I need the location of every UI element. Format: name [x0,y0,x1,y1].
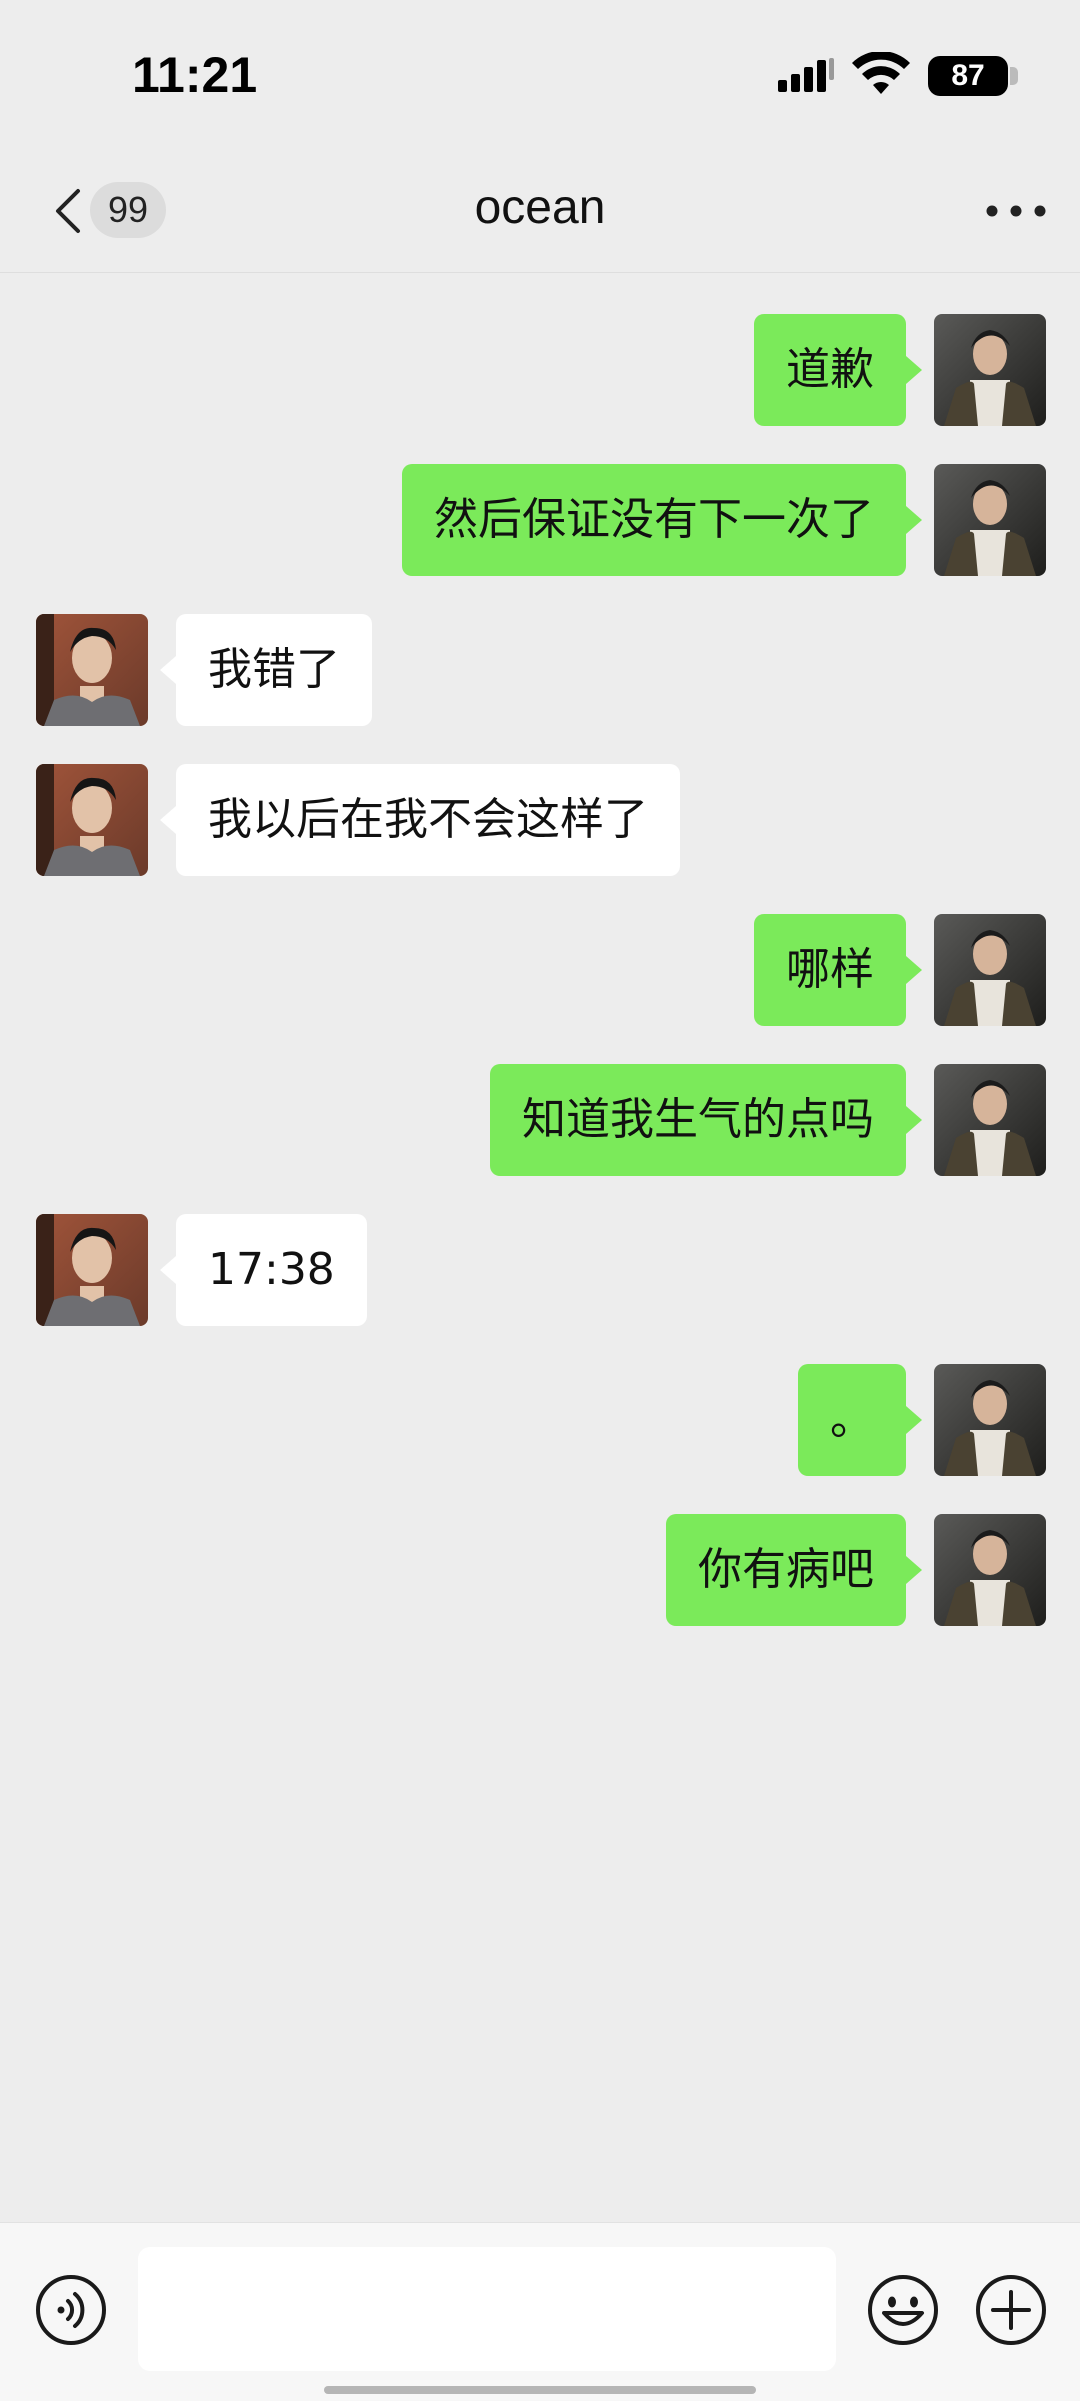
voice-icon[interactable] [34,2273,108,2347]
message-bubble-received[interactable]: 我错了 [160,614,372,726]
message-bubble-sent[interactable]: 哪样 [754,914,922,1026]
emoji-icon[interactable] [866,2273,940,2347]
contact-avatar[interactable] [36,614,148,726]
chat-title: ocean [474,181,606,234]
input-bar [0,2222,1080,2401]
status-bar: 11:21 87 [0,0,1080,150]
message-input[interactable] [138,2247,836,2371]
status-time: 11:21 [132,47,258,103]
message-row: 。 [0,1358,1080,1476]
message-row: 知道我生气的点吗 [0,1058,1080,1176]
battery-tip [1010,67,1018,85]
wifi-icon [852,52,910,94]
my-avatar[interactable] [934,1364,1046,1476]
my-avatar[interactable] [934,464,1046,576]
message-row: 然后保证没有下一次了 [0,458,1080,576]
my-avatar[interactable] [934,1514,1046,1626]
message-bubble-sent[interactable]: 你有病吧 [666,1514,922,1626]
signal-icon [778,58,834,92]
chat-header: 99 ocean [0,150,1080,273]
message-row: 我错了 [0,608,1080,726]
message-row: 你有病吧 [0,1508,1080,1626]
message-bubble-sent[interactable]: 道歉 [754,314,922,426]
message-row: 道歉 [0,308,1080,426]
more-icon[interactable] [984,196,1048,226]
message-row: 哪样 [0,908,1080,1026]
contact-avatar[interactable] [36,1214,148,1326]
my-avatar[interactable] [934,314,1046,426]
home-indicator [324,2386,756,2394]
my-avatar[interactable] [934,914,1046,1026]
message-bubble-received[interactable]: 我以后在我不会这样了 [160,764,680,876]
plus-icon[interactable] [974,2273,1048,2347]
message-bubble-sent[interactable]: 知道我生气的点吗 [490,1064,922,1176]
message-bubble-sent[interactable]: 然后保证没有下一次了 [402,464,922,576]
message-row: 17:38 [0,1208,1080,1326]
contact-avatar[interactable] [36,764,148,876]
my-avatar[interactable] [934,1064,1046,1176]
message-bubble-sent[interactable]: 。 [798,1364,922,1476]
message-bubble-received[interactable]: 17:38 [160,1214,367,1326]
message-row: 我以后在我不会这样了 [0,758,1080,876]
battery-level: 87 [928,56,1008,96]
